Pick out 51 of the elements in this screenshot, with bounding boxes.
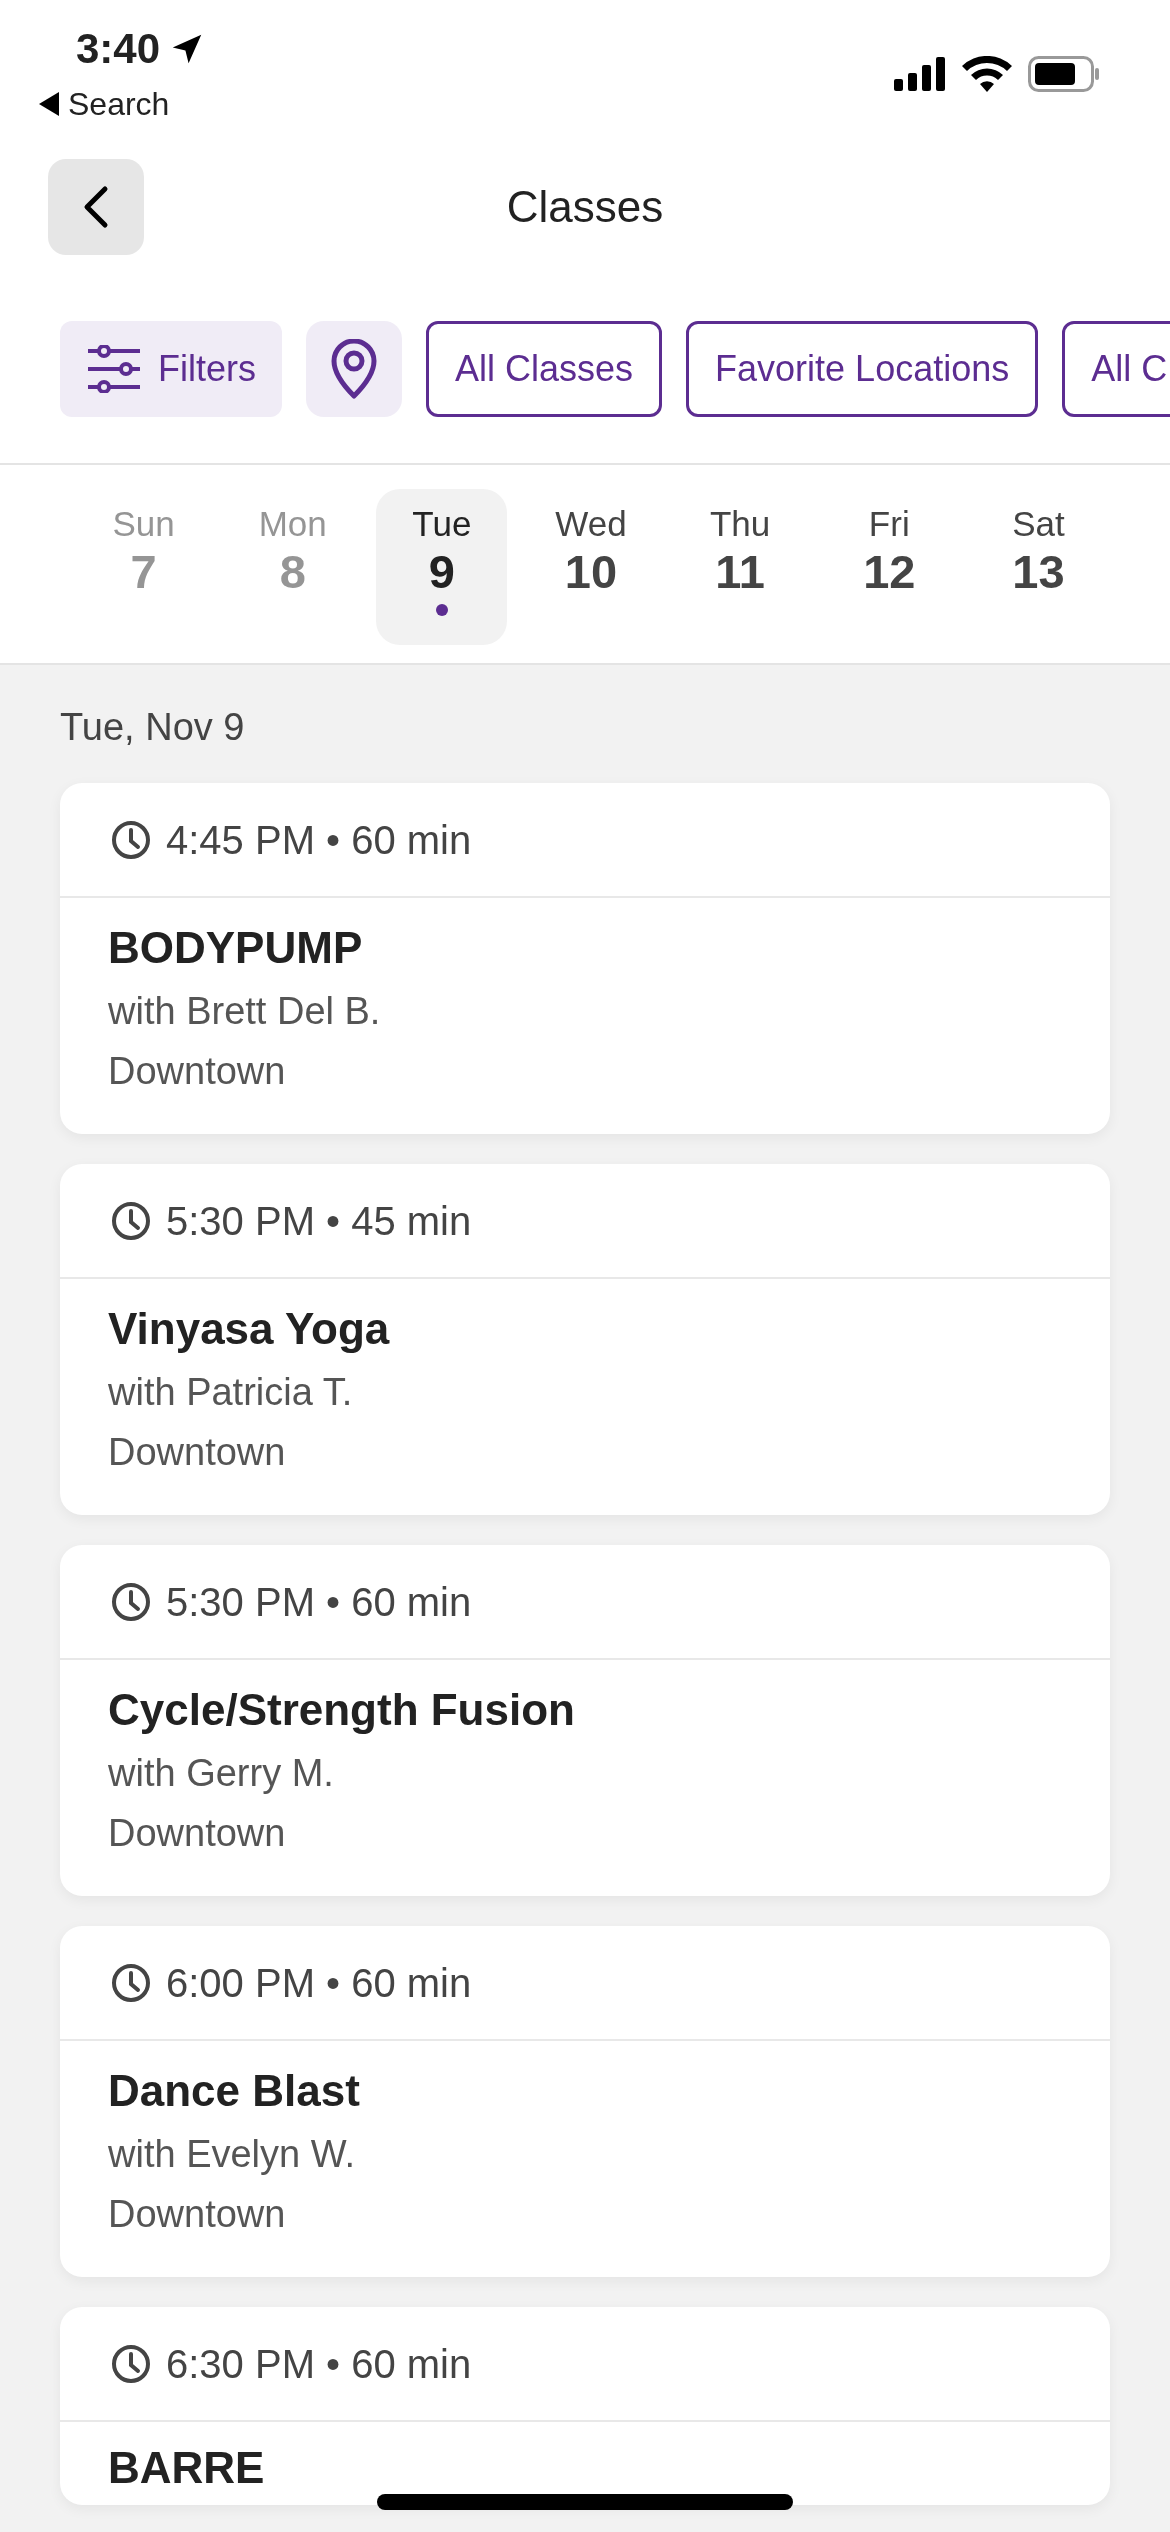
class-title: Dance Blast <box>108 2065 361 2117</box>
day-tab[interactable]: Thu 11 <box>674 489 806 645</box>
class-title: Vinyasa Yoga <box>108 1303 391 1355</box>
instructor-name: with Gerry M. <box>108 1750 335 1796</box>
instructor-name: with Brett Del B. <box>108 988 382 1034</box>
selected-day-dot <box>435 603 448 616</box>
filter-chip[interactable]: All Classes <box>426 321 663 417</box>
filter-chip[interactable]: Favorite Locations <box>686 321 1039 417</box>
clock-icon <box>110 1580 152 1623</box>
class-title: BODYPUMP <box>108 922 364 974</box>
class-time: 6:30 PM • 60 min <box>166 2340 472 2388</box>
map-pin-icon <box>331 339 377 399</box>
filters-button[interactable]: Filters <box>60 321 282 417</box>
page-title: Classes <box>505 181 665 233</box>
class-time: 5:30 PM • 60 min <box>166 1578 472 1626</box>
class-time: 4:45 PM • 60 min <box>166 816 472 864</box>
status-time: 3:40 <box>76 28 161 70</box>
class-card[interactable]: 4:45 PM • 60 min BODYPUMP with Brett Del B. Downtown <box>60 783 1110 1134</box>
class-time: 5:30 PM • 45 min <box>166 1197 472 1245</box>
battery-icon <box>1028 56 1100 92</box>
back-button[interactable] <box>48 159 144 255</box>
day-tab[interactable]: Sat 13 <box>972 489 1104 645</box>
location-name: Downtown <box>108 2191 287 2237</box>
wifi-icon <box>962 56 1012 92</box>
instructor-name: with Evelyn W. <box>108 2131 357 2177</box>
day-tab[interactable]: Fri 12 <box>823 489 955 645</box>
instructor-name: with Patricia T. <box>108 1369 354 1415</box>
clock-icon <box>110 1199 152 1242</box>
day-tab[interactable]: Tue 9 <box>376 489 508 645</box>
signal-icon <box>894 57 946 91</box>
class-card[interactable]: 6:00 PM • 60 min Dance Blast with Evelyn W. Downtown <box>60 1926 1110 2277</box>
class-title: BARRE <box>108 2442 266 2494</box>
location-name: Downtown <box>108 1048 287 1094</box>
filter-chip[interactable]: All C <box>1062 321 1170 417</box>
class-card[interactable]: 5:30 PM • 60 min Cycle/Strength Fusion with Gerry M. Downtown <box>60 1545 1110 1896</box>
back-triangle-icon[interactable] <box>38 92 60 116</box>
clock-icon <box>110 818 152 861</box>
class-card[interactable]: 6:30 PM • 60 min BARRE <box>60 2307 1110 2505</box>
class-title: Cycle/Strength Fusion <box>108 1684 576 1736</box>
class-card[interactable]: 5:30 PM • 45 min Vinyasa Yoga with Patricia T. Downtown <box>60 1164 1110 1515</box>
sliders-icon <box>86 345 142 393</box>
clock-icon <box>110 1961 152 2004</box>
location-name: Downtown <box>108 1429 287 1475</box>
section-heading: Tue, Nov 9 <box>59 705 246 750</box>
class-time: 6:00 PM • 60 min <box>166 1959 472 2007</box>
back-to-app-link[interactable]: Search <box>68 88 170 120</box>
clock-icon <box>110 2342 152 2385</box>
location-button[interactable] <box>306 321 402 417</box>
day-tab[interactable]: Wed 10 <box>525 489 657 645</box>
location-name: Downtown <box>108 1810 287 1856</box>
chevron-left-icon <box>83 185 109 229</box>
